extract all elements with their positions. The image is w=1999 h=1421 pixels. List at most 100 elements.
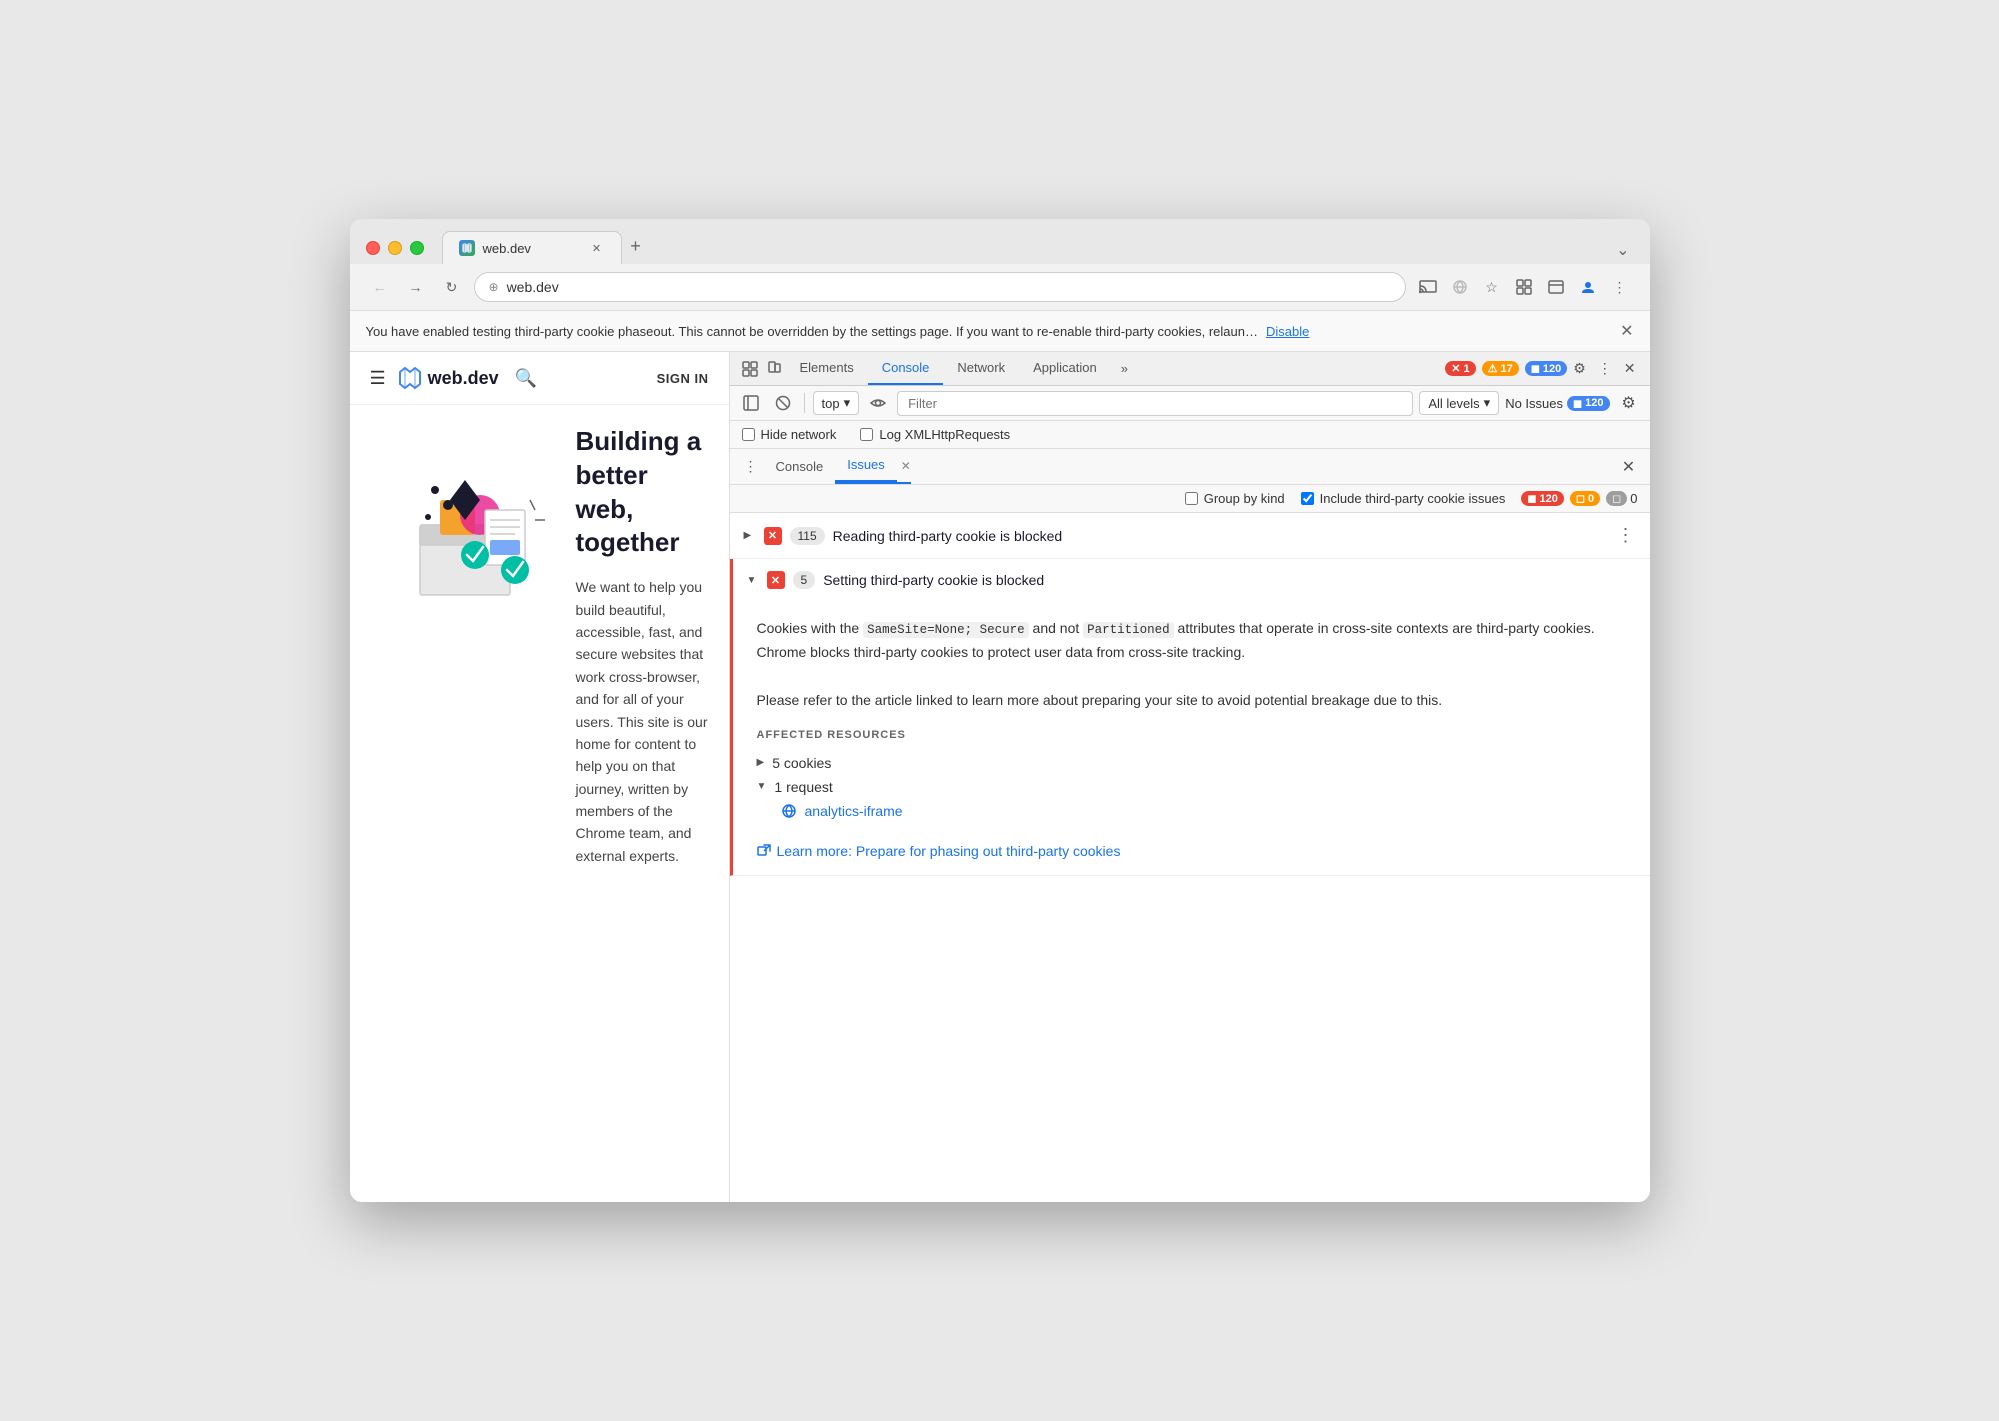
issues-panel-close-button[interactable]: ✕ — [1616, 454, 1642, 480]
devtools-close-button[interactable]: ✕ — [1618, 352, 1642, 385]
console-settings-button[interactable]: ⚙ — [1616, 390, 1642, 416]
issues-badge[interactable]: ◼ 120 — [1525, 361, 1568, 376]
execution-context-label: top — [822, 396, 840, 411]
address-bar[interactable]: ⊕ web.dev — [474, 272, 1406, 302]
hero-description: We want to help you build beautiful, acc… — [576, 576, 709, 867]
info-bar-close-button[interactable]: ✕ — [1620, 321, 1633, 341]
hamburger-menu-button[interactable]: ☰ — [370, 368, 386, 389]
devtools-panel: Elements Console Network Application » ✕… — [730, 352, 1650, 1202]
new-tab-button[interactable]: + — [622, 232, 650, 260]
issues-count: 120 — [1543, 363, 1561, 375]
cast-button[interactable] — [1414, 273, 1442, 301]
site-search-button[interactable]: 🔍 — [515, 368, 537, 389]
issues-console-tab[interactable]: Console — [764, 451, 836, 482]
sidebar-toggle-button[interactable] — [738, 390, 764, 416]
affected-item-cookies[interactable]: ▶ 5 cookies — [757, 751, 1630, 775]
issue-more-button-1[interactable]: ⋮ — [1617, 525, 1636, 546]
analytics-iframe-link[interactable]: analytics-iframe — [805, 803, 903, 819]
no-issues-icon: ◼ — [1573, 397, 1582, 410]
issues-more-button[interactable]: ⋮ — [738, 454, 764, 480]
group-by-kind-checkbox[interactable] — [1185, 492, 1198, 505]
issues-tab-close-button[interactable]: ✕ — [901, 459, 911, 473]
no-issues-count: 120 — [1585, 397, 1603, 409]
hide-network-label: Hide network — [761, 427, 837, 442]
log-xmlhttp-checkbox[interactable] — [860, 428, 873, 441]
tab-close-button[interactable]: ✕ — [589, 240, 605, 256]
screenshare-button[interactable] — [1446, 273, 1474, 301]
bookmark-button[interactable]: ☆ — [1478, 273, 1506, 301]
errors-count: 1 — [1463, 363, 1469, 375]
devtools-mobile-icon[interactable] — [762, 353, 786, 385]
back-button[interactable]: ← — [366, 273, 394, 301]
tab-application[interactable]: Application — [1019, 352, 1111, 385]
tab-console[interactable]: Console — [868, 352, 944, 385]
include-third-party-checkbox[interactable] — [1301, 492, 1314, 505]
site-logo-icon — [398, 366, 422, 390]
issues-options-bar: Group by kind Include third-party cookie… — [730, 485, 1650, 513]
issue-title-2: Setting third-party cookie is blocked — [823, 572, 1044, 588]
affected-item-request[interactable]: ▼ 1 request — [757, 775, 1630, 799]
hero-illustration — [370, 425, 560, 625]
more-menu-button[interactable]: ⋮ — [1606, 273, 1634, 301]
hero-title: Building a better web, together — [576, 425, 709, 560]
devtools-toggle-button[interactable] — [1542, 273, 1570, 301]
devtools-settings-button[interactable]: ⚙ — [1567, 352, 1592, 385]
issues-list: ▶ ✕ 115 Reading third-party cookie is bl… — [730, 513, 1650, 1202]
devtools-more-button[interactable]: ⋮ — [1592, 352, 1618, 385]
info-bar-disable-link[interactable]: Disable — [1266, 324, 1309, 339]
tab-title: web.dev — [483, 241, 531, 256]
fullscreen-traffic-light[interactable] — [410, 241, 424, 255]
console-filter-input[interactable] — [897, 391, 1413, 416]
nav-bar: ← → ↻ ⊕ web.dev — [350, 264, 1650, 311]
console-checkbox-row: Hide network Log XMLHttpRequests — [730, 421, 1650, 449]
browser-tab-active[interactable]: web.dev ✕ — [442, 231, 622, 264]
request-count-label: 1 request — [774, 779, 832, 795]
include-third-party-label[interactable]: Include third-party cookie issues — [1301, 491, 1506, 506]
more-tabs-button[interactable]: » — [1111, 353, 1138, 384]
learn-more-link[interactable]: Learn more: Prepare for phasing out thir… — [777, 843, 1121, 859]
tab-bar: web.dev ✕ + ⌄ — [442, 231, 1634, 264]
clear-console-button[interactable] — [770, 390, 796, 416]
include-third-party-text: Include third-party cookie issues — [1320, 491, 1506, 506]
issue-body-setting: Cookies with the SameSite=None; Secure a… — [733, 601, 1650, 875]
devtools-cursor-icon[interactable] — [738, 353, 762, 385]
tab-collapse-button[interactable]: ⌄ — [1612, 236, 1633, 264]
extension-button[interactable] — [1510, 273, 1538, 301]
site-signin-button[interactable]: SIGN IN — [657, 371, 709, 386]
issue-count-1: 115 — [790, 527, 825, 545]
no-issues-indicator: No Issues ◼ 120 — [1505, 396, 1609, 411]
website-panel: ☰ web.dev 🔍 SIGN IN — [350, 352, 730, 1202]
execution-context-dropdown[interactable]: top ▾ — [813, 391, 860, 415]
external-link-icon — [757, 844, 771, 858]
issue-item-setting: ▼ ✕ 5 Setting third-party cookie is bloc… — [730, 559, 1650, 876]
tab-elements[interactable]: Elements — [786, 352, 868, 385]
levels-label: All levels — [1428, 396, 1479, 411]
log-levels-dropdown[interactable]: All levels ▾ — [1419, 391, 1499, 415]
warning-icon: ⚠ — [1488, 362, 1498, 375]
warnings-badge[interactable]: ⚠ 17 — [1482, 361, 1519, 376]
reload-button[interactable]: ↻ — [438, 273, 466, 301]
issue-header-setting[interactable]: ▼ ✕ 5 Setting third-party cookie is bloc… — [733, 559, 1650, 601]
profile-button[interactable] — [1574, 273, 1602, 301]
site-logo[interactable]: web.dev — [398, 366, 499, 390]
group-by-kind-label[interactable]: Group by kind — [1185, 491, 1285, 506]
affected-item-analytics[interactable]: analytics-iframe — [757, 799, 1630, 823]
hide-network-checkbox-label[interactable]: Hide network — [742, 427, 837, 442]
issues-issues-tab[interactable]: Issues — [835, 449, 897, 482]
issues-info-count: 0 — [1630, 491, 1637, 506]
issue-header-reading[interactable]: ▶ ✕ 115 Reading third-party cookie is bl… — [730, 513, 1650, 558]
issues-error-count: 120 — [1540, 493, 1558, 505]
hide-network-checkbox[interactable] — [742, 428, 755, 441]
errors-badge[interactable]: ✕ 1 — [1445, 361, 1475, 376]
console-toolbar: top ▾ All levels ▾ No Issues — [730, 386, 1650, 421]
eye-filter-button[interactable] — [865, 390, 891, 416]
info-bar: You have enabled testing third-party coo… — [350, 311, 1650, 352]
minimize-traffic-light[interactable] — [388, 241, 402, 255]
tab-network[interactable]: Network — [943, 352, 1019, 385]
close-traffic-light[interactable] — [366, 241, 380, 255]
no-issues-count-badge[interactable]: ◼ 120 — [1567, 396, 1610, 411]
address-security-icon: ⊕ — [489, 280, 499, 294]
forward-button[interactable]: → — [402, 273, 430, 301]
nav-icons: ☆ ⋮ — [1414, 273, 1634, 301]
log-xmlhttp-checkbox-label[interactable]: Log XMLHttpRequests — [860, 427, 1010, 442]
